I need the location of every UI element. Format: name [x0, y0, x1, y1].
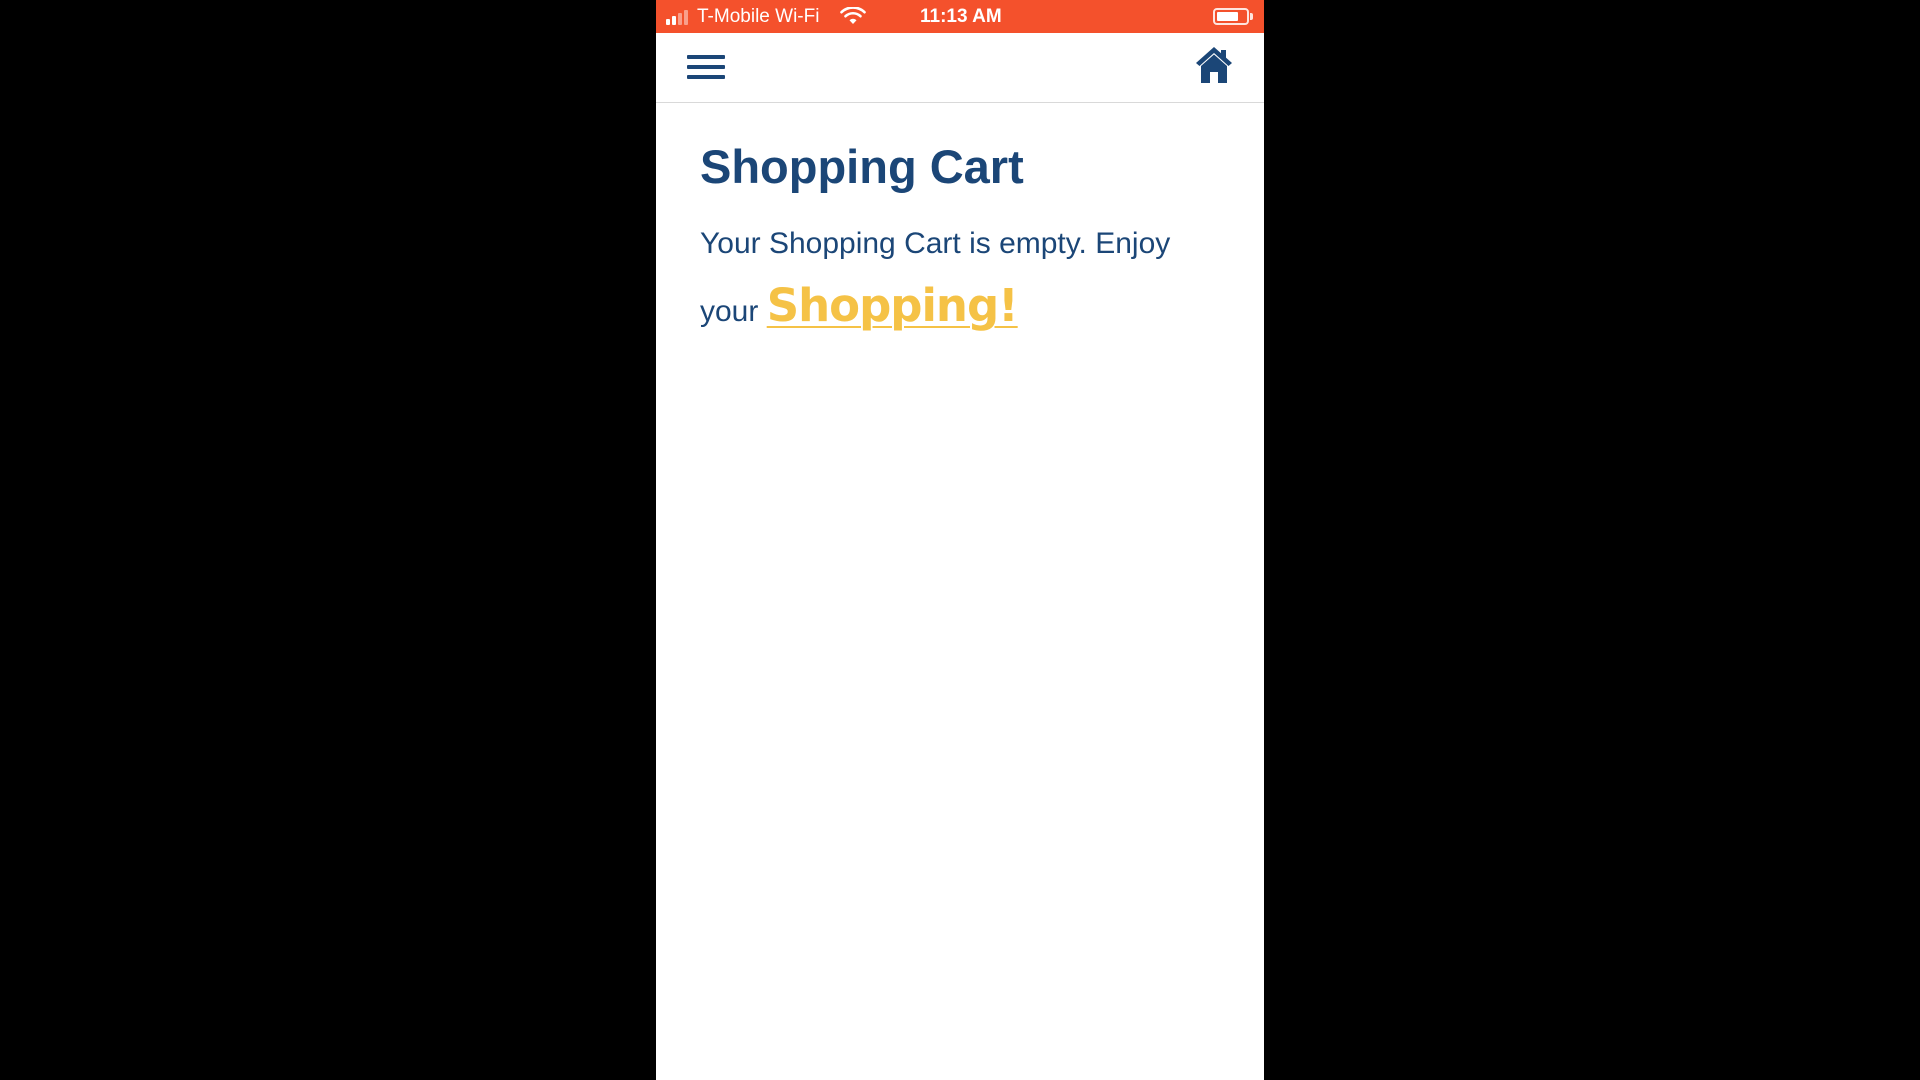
battery-icon [1213, 8, 1249, 25]
cellular-signal-icon [666, 9, 696, 25]
hamburger-menu-icon[interactable] [687, 53, 725, 81]
cart-content: Shopping Cart Your Shopping Cart is empt… [700, 103, 1230, 343]
battery-cap [1250, 13, 1253, 20]
phone-screen: T-Mobile Wi-Fi 11:13 AM Shopping Cart Yo… [656, 0, 1264, 1080]
shopping-link[interactable]: Shopping! [767, 279, 1019, 332]
wifi-icon [840, 7, 866, 24]
status-bar: T-Mobile Wi-Fi 11:13 AM [656, 0, 1264, 33]
nav-bar [656, 33, 1264, 103]
home-icon[interactable] [1194, 45, 1234, 85]
empty-cart-message: Your Shopping Cart is empty. Enjoy your … [700, 213, 1230, 343]
carrier-name: T-Mobile Wi-Fi [697, 6, 820, 27]
status-time: 11:13 AM [920, 6, 1002, 27]
battery-level [1217, 12, 1238, 21]
page-title: Shopping Cart [700, 140, 1024, 193]
